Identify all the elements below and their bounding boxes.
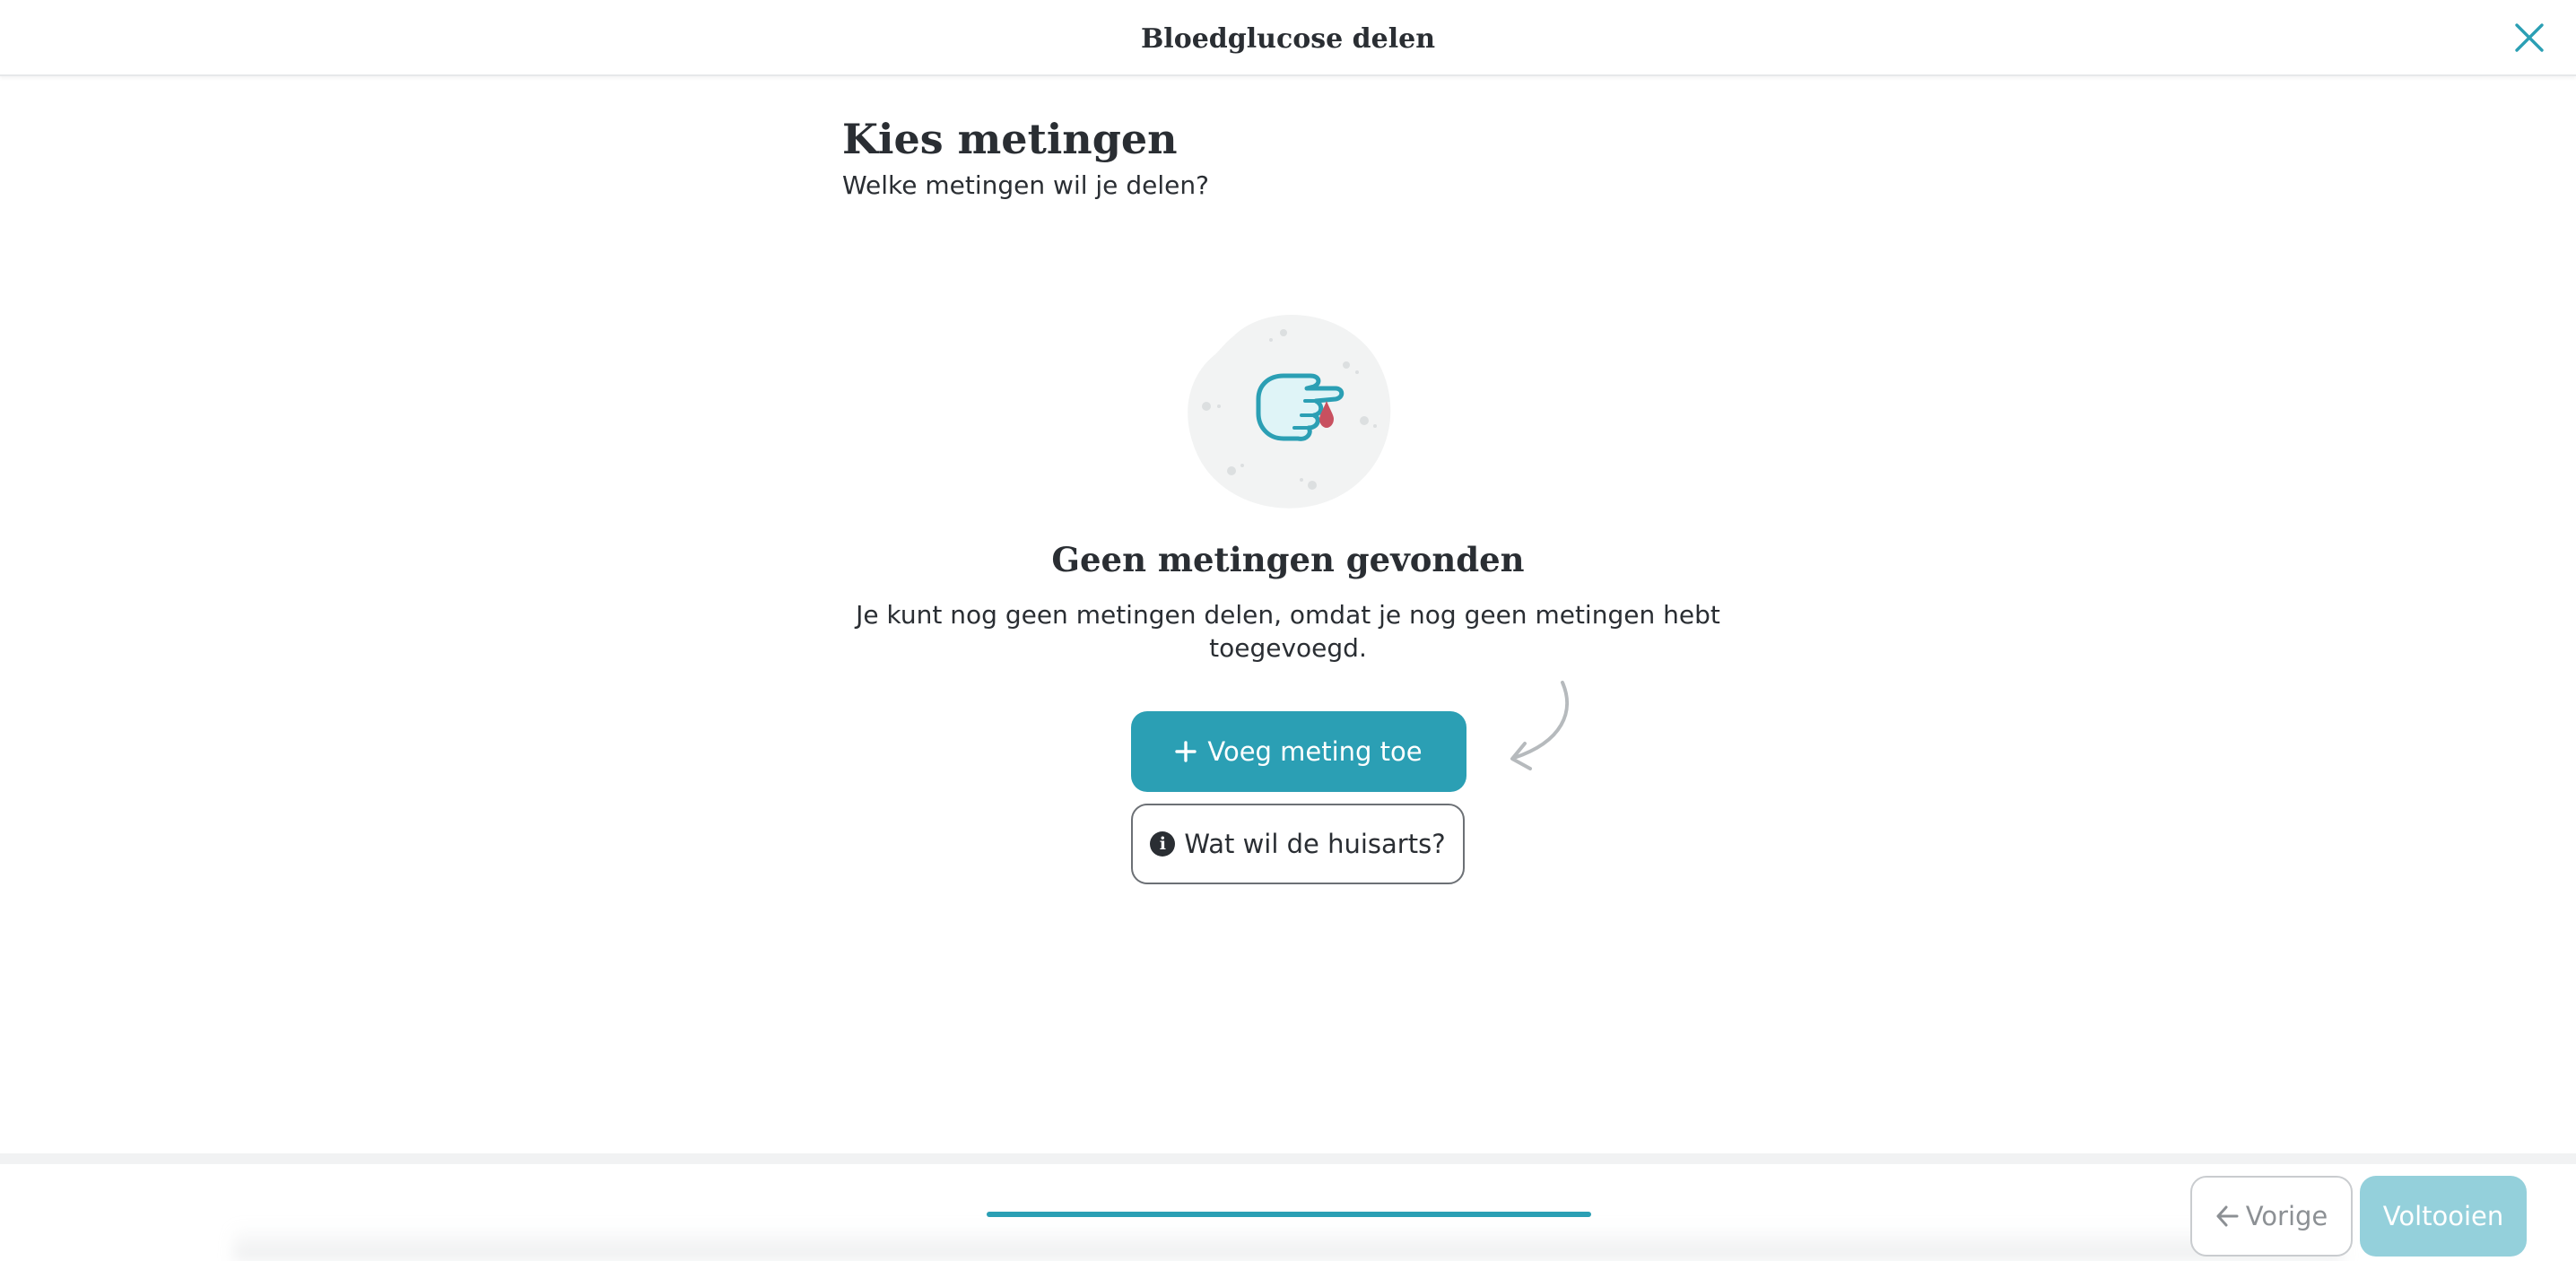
footer-shadow (233, 1225, 2343, 1261)
add-measurement-label: Voeg meting toe (1207, 736, 1423, 767)
info-icon: i (1150, 831, 1176, 857)
modal-header: Bloedglucose delen (0, 0, 2576, 76)
gp-info-button[interactable]: i Wat wil de huisarts? (1131, 804, 1465, 884)
progress-fill (987, 1212, 1591, 1217)
previous-button[interactable]: Vorige (2190, 1176, 2353, 1257)
gp-info-label: Wat wil de huisarts? (1184, 829, 1446, 859)
curved-arrow-icon (1510, 681, 1570, 770)
finger-prick-icon (1188, 315, 1391, 509)
progress-bar (987, 1212, 1591, 1217)
add-measurement-button[interactable]: Voeg meting toe (1131, 711, 1466, 792)
close-icon (2515, 23, 2544, 52)
close-button[interactable] (2504, 13, 2554, 63)
previous-label: Vorige (2245, 1201, 2328, 1231)
finish-button[interactable]: Voltooien (2360, 1176, 2527, 1257)
page-title: Kies metingen (842, 115, 1178, 163)
main-content: Kies metingen Welke metingen wil je dele… (0, 78, 2576, 1154)
modal-footer: Vorige Voltooien (0, 1164, 2576, 1261)
modal-title: Bloedglucose delen (1140, 23, 1436, 55)
footer-divider (0, 1153, 2576, 1164)
finish-label: Voltooien (2382, 1201, 2504, 1231)
empty-state-title: Geen metingen gevonden (1051, 540, 1525, 579)
empty-state-text: Je kunt nog geen metingen delen, omdat j… (856, 600, 1720, 663)
page-subtitle: Welke metingen wil je delen? (842, 170, 1209, 200)
plus-icon (1175, 741, 1197, 762)
arrow-left-icon (2216, 1205, 2239, 1227)
